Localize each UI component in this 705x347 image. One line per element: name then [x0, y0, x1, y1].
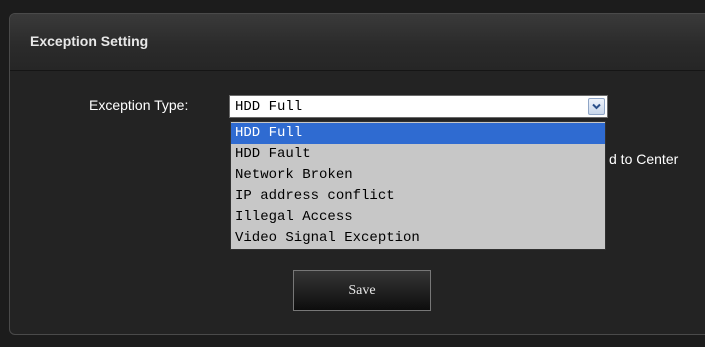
dropdown-option-illegal-access[interactable]: Illegal Access [231, 207, 605, 228]
dropdown-option-hdd-fault[interactable]: HDD Fault [231, 144, 605, 165]
exception-type-dropdown: HDD Full HDD Fault Network Broken IP add… [230, 121, 606, 250]
chevron-down-icon [592, 103, 601, 110]
panel-header: Exception Setting [10, 14, 705, 71]
save-button[interactable]: Save [293, 270, 431, 311]
dropdown-option-network-broken[interactable]: Network Broken [231, 165, 605, 186]
exception-type-value: HDD Full [235, 99, 303, 115]
dropdown-option-video-signal-exception[interactable]: Video Signal Exception [231, 228, 605, 249]
panel-title: Exception Setting [30, 33, 149, 49]
upload-to-center-label: d to Center [609, 151, 679, 167]
exception-type-select[interactable]: HDD Full [229, 95, 608, 118]
dropdown-option-hdd-full[interactable]: HDD Full [231, 123, 605, 144]
exception-type-label: Exception Type: [89, 97, 189, 113]
dropdown-option-ip-conflict[interactable]: IP address conflict [231, 186, 605, 207]
dropdown-arrow-button[interactable] [588, 98, 605, 115]
